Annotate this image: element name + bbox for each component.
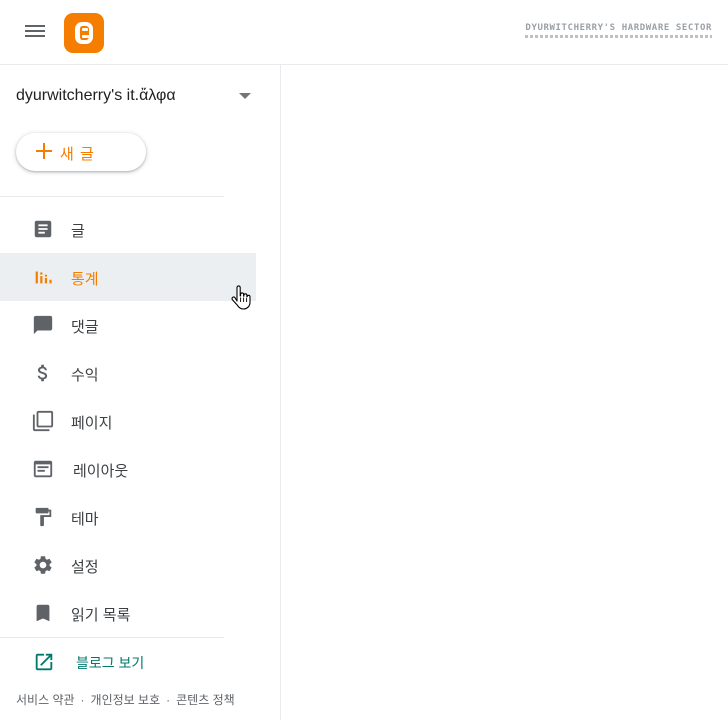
sidebar-item-pages[interactable]: 페이지 <box>0 397 256 445</box>
banner-subtitle-decoration <box>525 35 712 38</box>
layout-icon <box>33 460 53 478</box>
sidebar-item-label: 댓글 <box>71 319 99 336</box>
sidebar-item-earnings[interactable]: 수익 <box>0 349 256 397</box>
footer-separator: · <box>166 693 171 707</box>
stats-icon <box>35 271 52 284</box>
view-blog-link[interactable]: 블로그 보기 <box>0 637 256 685</box>
sidebar-item-comments[interactable]: 댓글 <box>0 301 256 349</box>
sidebar-item-reading-list[interactable]: 읽기 목록 <box>0 589 256 637</box>
blog-name: dyurwitcherry's it.ἄλφα <box>16 87 176 104</box>
footer-separator: · <box>80 693 85 707</box>
sidebar-item-settings[interactable]: 설정 <box>0 541 256 589</box>
sidebar-footer: 서비스 약관 · 개인정보 보호 · 콘텐츠 정책 <box>16 691 235 708</box>
divider <box>0 196 224 197</box>
sidebar-item-layout[interactable]: 레이아웃 <box>0 445 256 493</box>
gear-icon <box>34 556 52 574</box>
sidebar-item-posts[interactable]: 글 <box>0 205 256 253</box>
sidebar-item-theme[interactable]: 테마 <box>0 493 256 541</box>
open-in-new-icon <box>35 653 53 671</box>
sidebar-item-label: 읽기 목록 <box>71 607 131 624</box>
sidebar-item-label: 페이지 <box>71 415 113 432</box>
sidebar-item-label: 수익 <box>71 367 99 384</box>
sidebar-item-label: 글 <box>71 223 85 240</box>
bookmark-icon <box>36 604 50 622</box>
pages-icon <box>32 410 54 432</box>
sidebar-item-label: 설정 <box>71 559 99 576</box>
dollar-icon <box>37 364 48 382</box>
terms-link[interactable]: 서비스 약관 <box>16 693 75 707</box>
privacy-link[interactable]: 개인정보 보호 <box>91 693 161 707</box>
comment-icon <box>33 315 53 335</box>
new-post-label: 새 글 <box>60 146 95 163</box>
banner-title: DYURWITCHERRY'S HARDWARE SECTOR <box>525 23 712 33</box>
sidebar: dyurwitcherry's it.ἄλφα 새 글 글 통계 댓글 수익 페… <box>0 65 281 720</box>
blog-banner: DYURWITCHERRY'S HARDWARE SECTOR <box>525 23 712 38</box>
view-blog-label: 블로그 보기 <box>76 655 145 671</box>
sidebar-item-label: 레이아웃 <box>73 463 129 480</box>
plus-icon <box>36 143 52 159</box>
sidebar-item-label: 테마 <box>71 511 99 528</box>
paint-roller-icon <box>35 507 52 527</box>
new-post-button[interactable]: 새 글 <box>16 133 146 171</box>
hamburger-menu-icon[interactable] <box>24 22 46 42</box>
sidebar-item-stats[interactable]: 통계 <box>0 253 256 301</box>
blogger-logo-icon[interactable] <box>64 13 104 53</box>
dropdown-arrow-icon <box>239 93 251 99</box>
content-policy-link[interactable]: 콘텐츠 정책 <box>176 693 235 707</box>
sidebar-item-label: 통계 <box>71 271 99 288</box>
blog-selector[interactable]: dyurwitcherry's it.ἄλφα <box>0 65 280 129</box>
posts-icon <box>34 220 52 238</box>
nav-list: 글 통계 댓글 수익 페이지 레이아웃 테마 설정 읽기 목록 <box>0 205 256 637</box>
top-app-bar: DYURWITCHERRY'S HARDWARE SECTOR <box>0 0 728 65</box>
